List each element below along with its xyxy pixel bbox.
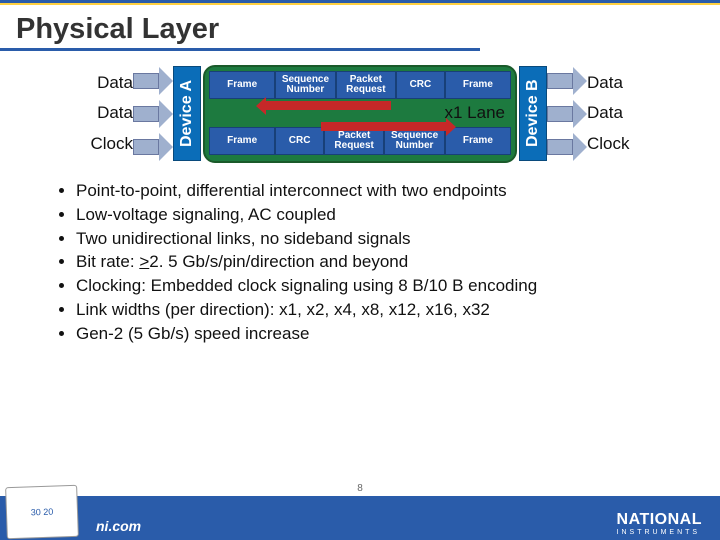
left-arrow-stack — [133, 69, 173, 159]
right-signal-labels: Data Data Clock — [587, 68, 630, 160]
list-item: Clocking: Embedded clock signaling using… — [76, 275, 690, 297]
arrow-right-icon — [133, 102, 173, 126]
label-clock: Clock — [587, 134, 630, 154]
label-data: Data — [587, 73, 630, 93]
label-data: Data — [90, 73, 133, 93]
device-a-block: Device A — [173, 66, 201, 161]
label-data: Data — [90, 103, 133, 123]
device-b-block: Device B — [519, 66, 547, 161]
cell-seqnum: Sequence Number — [384, 127, 444, 155]
right-arrow-stack — [547, 69, 587, 159]
brand-sub: INSTRUMENTS — [617, 529, 702, 536]
page-number: 8 — [357, 483, 363, 494]
diagram: Data Data Clock Device A Frame Sequence … — [0, 61, 720, 166]
cell-crc: CRC — [275, 127, 324, 155]
page-title: Physical Layer — [0, 5, 480, 51]
bottom-frame-row: Frame CRC Packet Request Sequence Number… — [209, 127, 511, 155]
cell-frame: Frame — [209, 127, 275, 155]
footer-url: ni.com — [96, 518, 141, 534]
red-arrow-left-icon — [265, 101, 391, 110]
list-item: Gen-2 (5 Gb/s) speed increase — [76, 323, 690, 345]
list-item: Bit rate: >2. 5 Gb/s/pin/direction and b… — [76, 251, 690, 273]
arrow-right-icon — [547, 69, 587, 93]
anniversary-badge-icon: 30 20 — [5, 485, 79, 539]
list-item: Link widths (per direction): x1, x2, x4,… — [76, 299, 690, 321]
red-arrow-right-icon — [321, 122, 447, 131]
cell-pktreq: Packet Request — [336, 71, 396, 99]
arrow-right-icon — [547, 135, 587, 159]
arrow-right-icon — [547, 102, 587, 126]
cell-seqnum: Sequence Number — [275, 71, 335, 99]
list-item: Two unidirectional links, no sideband si… — [76, 228, 690, 250]
footer-bar: 30 20 ni.com NATIONAL INSTRUMENTS — [0, 496, 720, 540]
ni-logo: NATIONAL INSTRUMENTS — [617, 511, 702, 536]
list-item: Low-voltage signaling, AC coupled — [76, 204, 690, 226]
top-frame-row: Frame Sequence Number Packet Request CRC… — [209, 71, 511, 99]
label-clock: Clock — [90, 134, 133, 154]
cell-frame: Frame — [445, 71, 511, 99]
list-item: Point-to-point, differential interconnec… — [76, 180, 690, 202]
brand-name: NATIONAL — [617, 511, 702, 528]
cell-crc: CRC — [396, 71, 445, 99]
cell-pktreq: Packet Request — [324, 127, 384, 155]
arrow-right-icon — [133, 69, 173, 93]
lane-panel: Frame Sequence Number Packet Request CRC… — [203, 65, 517, 163]
arrow-right-icon — [133, 135, 173, 159]
cell-frame: Frame — [209, 71, 275, 99]
label-data: Data — [587, 103, 630, 123]
bullet-list: Point-to-point, differential interconnec… — [0, 174, 720, 344]
left-signal-labels: Data Data Clock — [90, 68, 133, 160]
